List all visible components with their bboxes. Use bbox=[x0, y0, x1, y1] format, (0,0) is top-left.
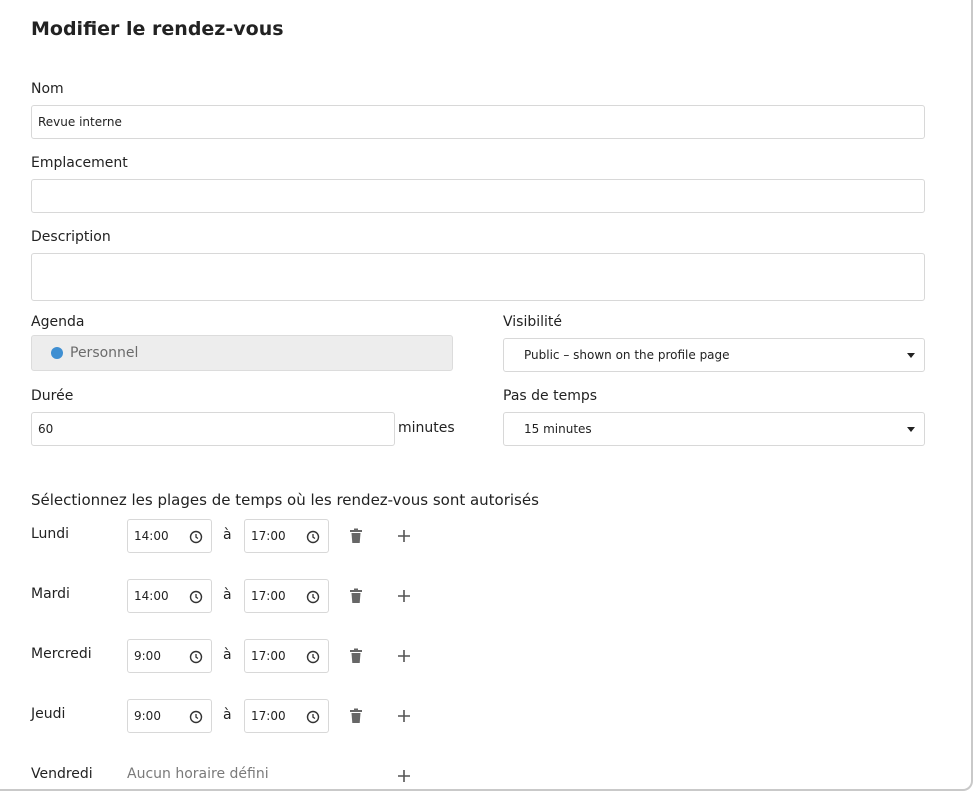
description-label: Description bbox=[31, 229, 111, 245]
start-time-value: 14:00 bbox=[134, 529, 169, 543]
day-label-jeudi: Jeudi bbox=[31, 706, 66, 722]
range-separator: à bbox=[223, 527, 232, 543]
dialog-title: Modifier le rendez-vous bbox=[31, 18, 284, 40]
location-label: Emplacement bbox=[31, 155, 128, 171]
trash-icon[interactable] bbox=[349, 588, 363, 604]
clock-icon bbox=[189, 650, 203, 664]
end-time-value: 17:00 bbox=[251, 709, 286, 723]
duration-unit: minutes bbox=[398, 420, 455, 436]
end-time-value: 17:00 bbox=[251, 529, 286, 543]
visibility-select[interactable]: Public – shown on the profile page bbox=[503, 338, 925, 372]
visibility-value: Public – shown on the profile page bbox=[524, 348, 730, 362]
clock-icon bbox=[189, 710, 203, 724]
start-time-value: 9:00 bbox=[134, 649, 161, 663]
plus-icon[interactable] bbox=[397, 709, 411, 723]
calendar-color-dot bbox=[51, 347, 63, 359]
description-textarea[interactable] bbox=[31, 253, 925, 301]
schedule-title: Sélectionnez les plages de temps où les … bbox=[31, 491, 539, 509]
trash-icon[interactable] bbox=[349, 648, 363, 664]
duration-label: Durée bbox=[31, 388, 74, 404]
day-label-mardi: Mardi bbox=[31, 586, 70, 602]
trash-icon[interactable] bbox=[349, 708, 363, 724]
name-input[interactable]: Revue interne bbox=[31, 105, 925, 139]
end-time-value: 17:00 bbox=[251, 589, 286, 603]
caret-down-icon bbox=[907, 427, 915, 432]
time-step-select[interactable]: 15 minutes bbox=[503, 412, 925, 446]
start-time-input[interactable]: 14:00 bbox=[127, 519, 212, 553]
day-label-vendredi: Vendredi bbox=[31, 766, 93, 782]
no-schedule-text: Aucun horaire défini bbox=[127, 766, 269, 782]
time-step-label: Pas de temps bbox=[503, 388, 598, 404]
start-time-value: 9:00 bbox=[134, 709, 161, 723]
start-time-input[interactable]: 9:00 bbox=[127, 639, 212, 673]
end-time-value: 17:00 bbox=[251, 649, 286, 663]
plus-icon[interactable] bbox=[397, 769, 411, 783]
edit-appointment-dialog: Modifier le rendez-vous Nom Revue intern… bbox=[0, 0, 973, 791]
start-time-input[interactable]: 14:00 bbox=[127, 579, 212, 613]
duration-input[interactable]: 60 bbox=[31, 412, 395, 446]
calendar-label: Agenda bbox=[31, 314, 85, 330]
end-time-input[interactable]: 17:00 bbox=[244, 699, 329, 733]
clock-icon bbox=[306, 530, 320, 544]
plus-icon[interactable] bbox=[397, 589, 411, 603]
start-time-input[interactable]: 9:00 bbox=[127, 699, 212, 733]
clock-icon bbox=[189, 590, 203, 604]
range-separator: à bbox=[223, 587, 232, 603]
start-time-value: 14:00 bbox=[134, 589, 169, 603]
trash-icon[interactable] bbox=[349, 528, 363, 544]
location-input[interactable] bbox=[31, 179, 925, 213]
end-time-input[interactable]: 17:00 bbox=[244, 579, 329, 613]
visibility-label: Visibilité bbox=[503, 314, 563, 330]
plus-icon[interactable] bbox=[397, 649, 411, 663]
calendar-name: Personnel bbox=[70, 345, 139, 361]
range-separator: à bbox=[223, 647, 232, 663]
end-time-input[interactable]: 17:00 bbox=[244, 519, 329, 553]
day-label-lundi: Lundi bbox=[31, 526, 70, 542]
clock-icon bbox=[306, 590, 320, 604]
time-step-value: 15 minutes bbox=[524, 422, 592, 436]
calendar-field: Personnel bbox=[31, 335, 453, 371]
day-label-mercredi: Mercredi bbox=[31, 646, 92, 662]
range-separator: à bbox=[223, 707, 232, 723]
plus-icon[interactable] bbox=[397, 529, 411, 543]
clock-icon bbox=[189, 530, 203, 544]
clock-icon bbox=[306, 650, 320, 664]
caret-down-icon bbox=[907, 353, 915, 358]
name-label: Nom bbox=[31, 81, 64, 97]
clock-icon bbox=[306, 710, 320, 724]
end-time-input[interactable]: 17:00 bbox=[244, 639, 329, 673]
